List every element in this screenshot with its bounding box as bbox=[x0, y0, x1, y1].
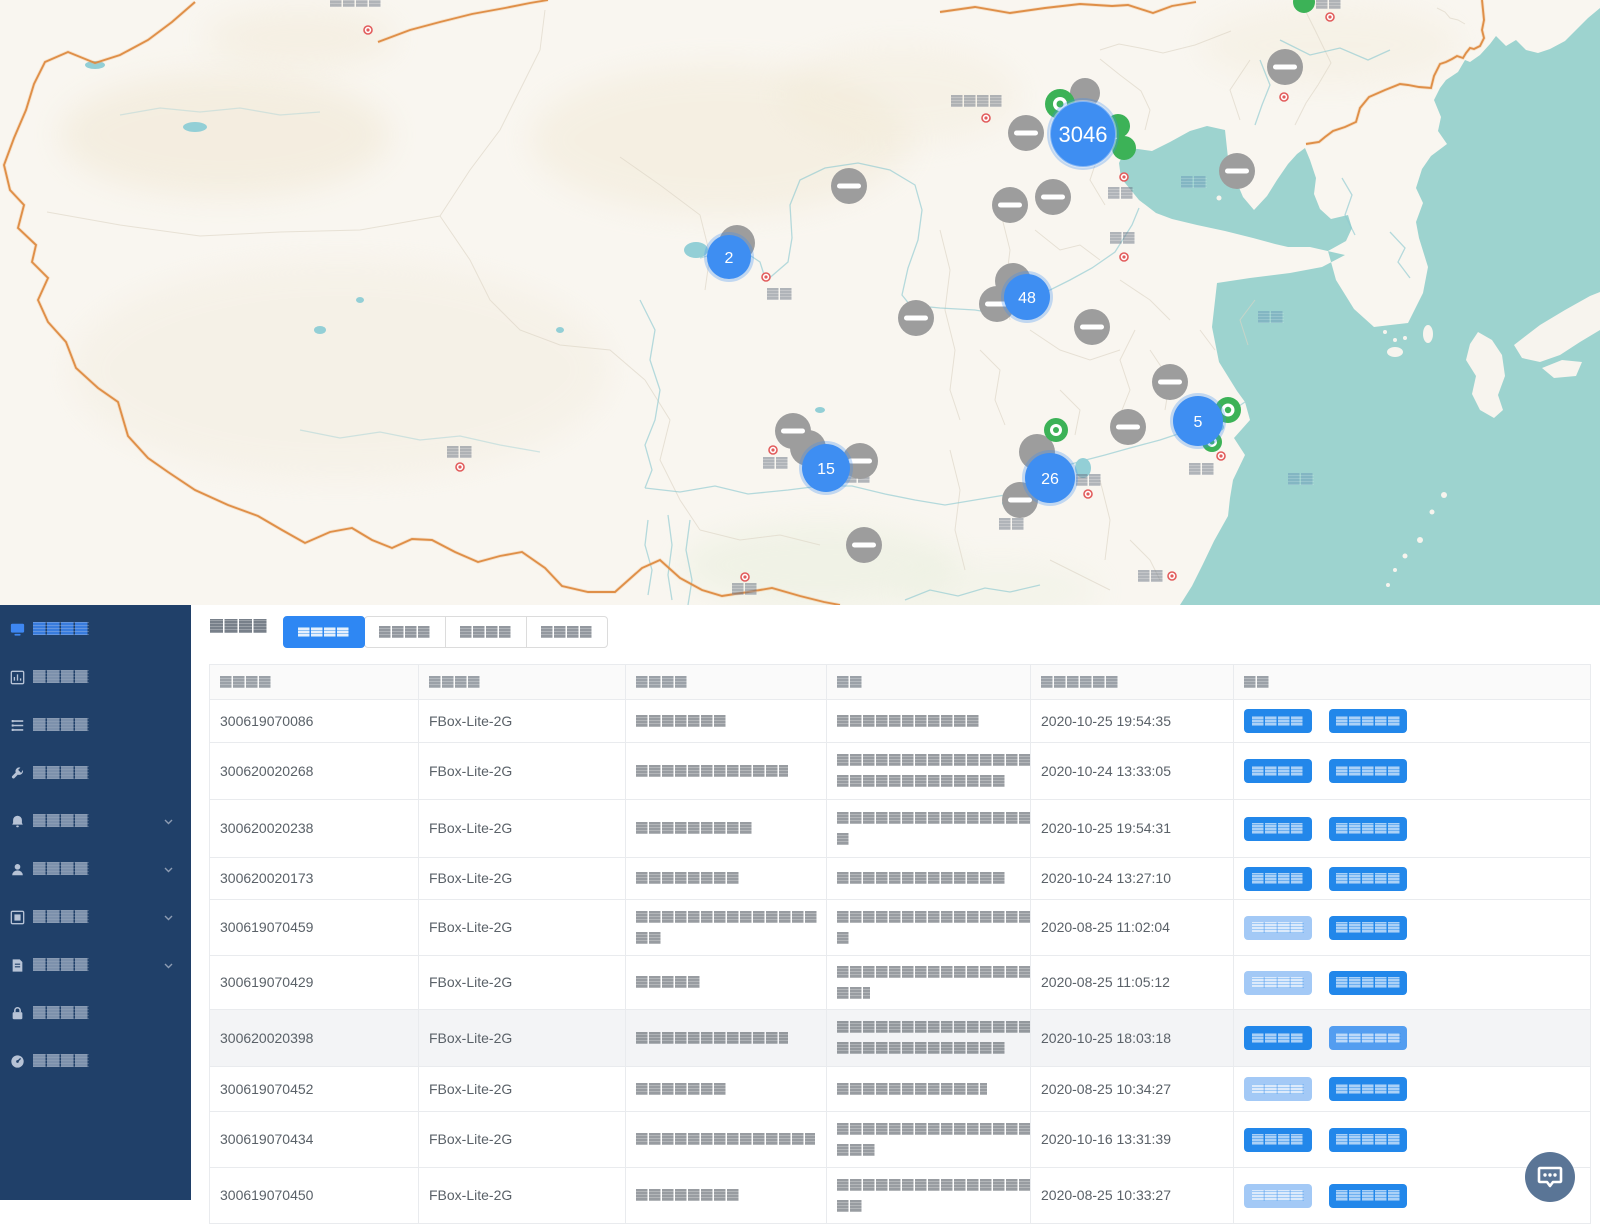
svg-text:2: 2 bbox=[725, 250, 734, 267]
svg-text:48: 48 bbox=[1018, 290, 1036, 307]
svg-text:5: 5 bbox=[1194, 414, 1203, 431]
svg-text:26: 26 bbox=[1041, 471, 1059, 488]
svg-text:3046: 3046 bbox=[1059, 122, 1108, 147]
svg-text:15: 15 bbox=[817, 461, 835, 478]
